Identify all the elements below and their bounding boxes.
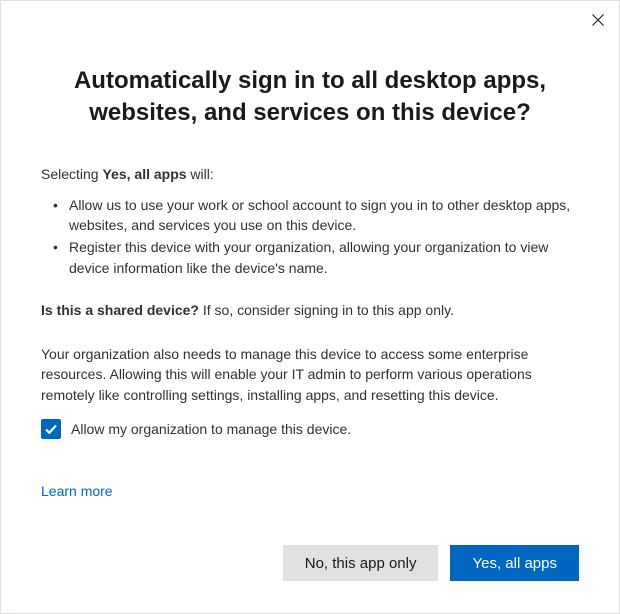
manage-checkbox-row: Allow my organization to manage this dev… [41, 419, 579, 439]
manage-checkbox-label: Allow my organization to manage this dev… [71, 421, 351, 437]
shared-bold: Is this a shared device? [41, 302, 199, 318]
dialog-title: Automatically sign in to all desktop app… [41, 65, 579, 128]
dialog-content: Automatically sign in to all desktop app… [1, 1, 619, 529]
manage-checkbox[interactable] [41, 419, 61, 439]
intro-prefix: Selecting [41, 166, 102, 182]
bullet-list: Allow us to use your work or school acco… [41, 195, 579, 278]
dialog-footer: No, this app only Yes, all apps [1, 529, 619, 613]
close-icon [592, 14, 604, 26]
intro-line: Selecting Yes, all apps will: [41, 164, 579, 184]
learn-more-link[interactable]: Learn more [41, 483, 113, 499]
close-button[interactable] [586, 8, 610, 32]
intro-bold: Yes, all apps [102, 166, 186, 182]
no-this-app-only-button[interactable]: No, this app only [283, 545, 439, 581]
manage-text: Your organization also needs to manage t… [41, 344, 579, 405]
signin-dialog: Automatically sign in to all desktop app… [0, 0, 620, 614]
intro-suffix: will: [187, 166, 214, 182]
yes-all-apps-button[interactable]: Yes, all apps [450, 545, 579, 581]
shared-device-line: Is this a shared device? If so, consider… [41, 300, 579, 320]
bullet-item: Register this device with your organizat… [59, 237, 579, 278]
checkmark-icon [44, 422, 58, 436]
bullet-item: Allow us to use your work or school acco… [59, 195, 579, 236]
shared-rest: If so, consider signing in to this app o… [199, 302, 454, 318]
